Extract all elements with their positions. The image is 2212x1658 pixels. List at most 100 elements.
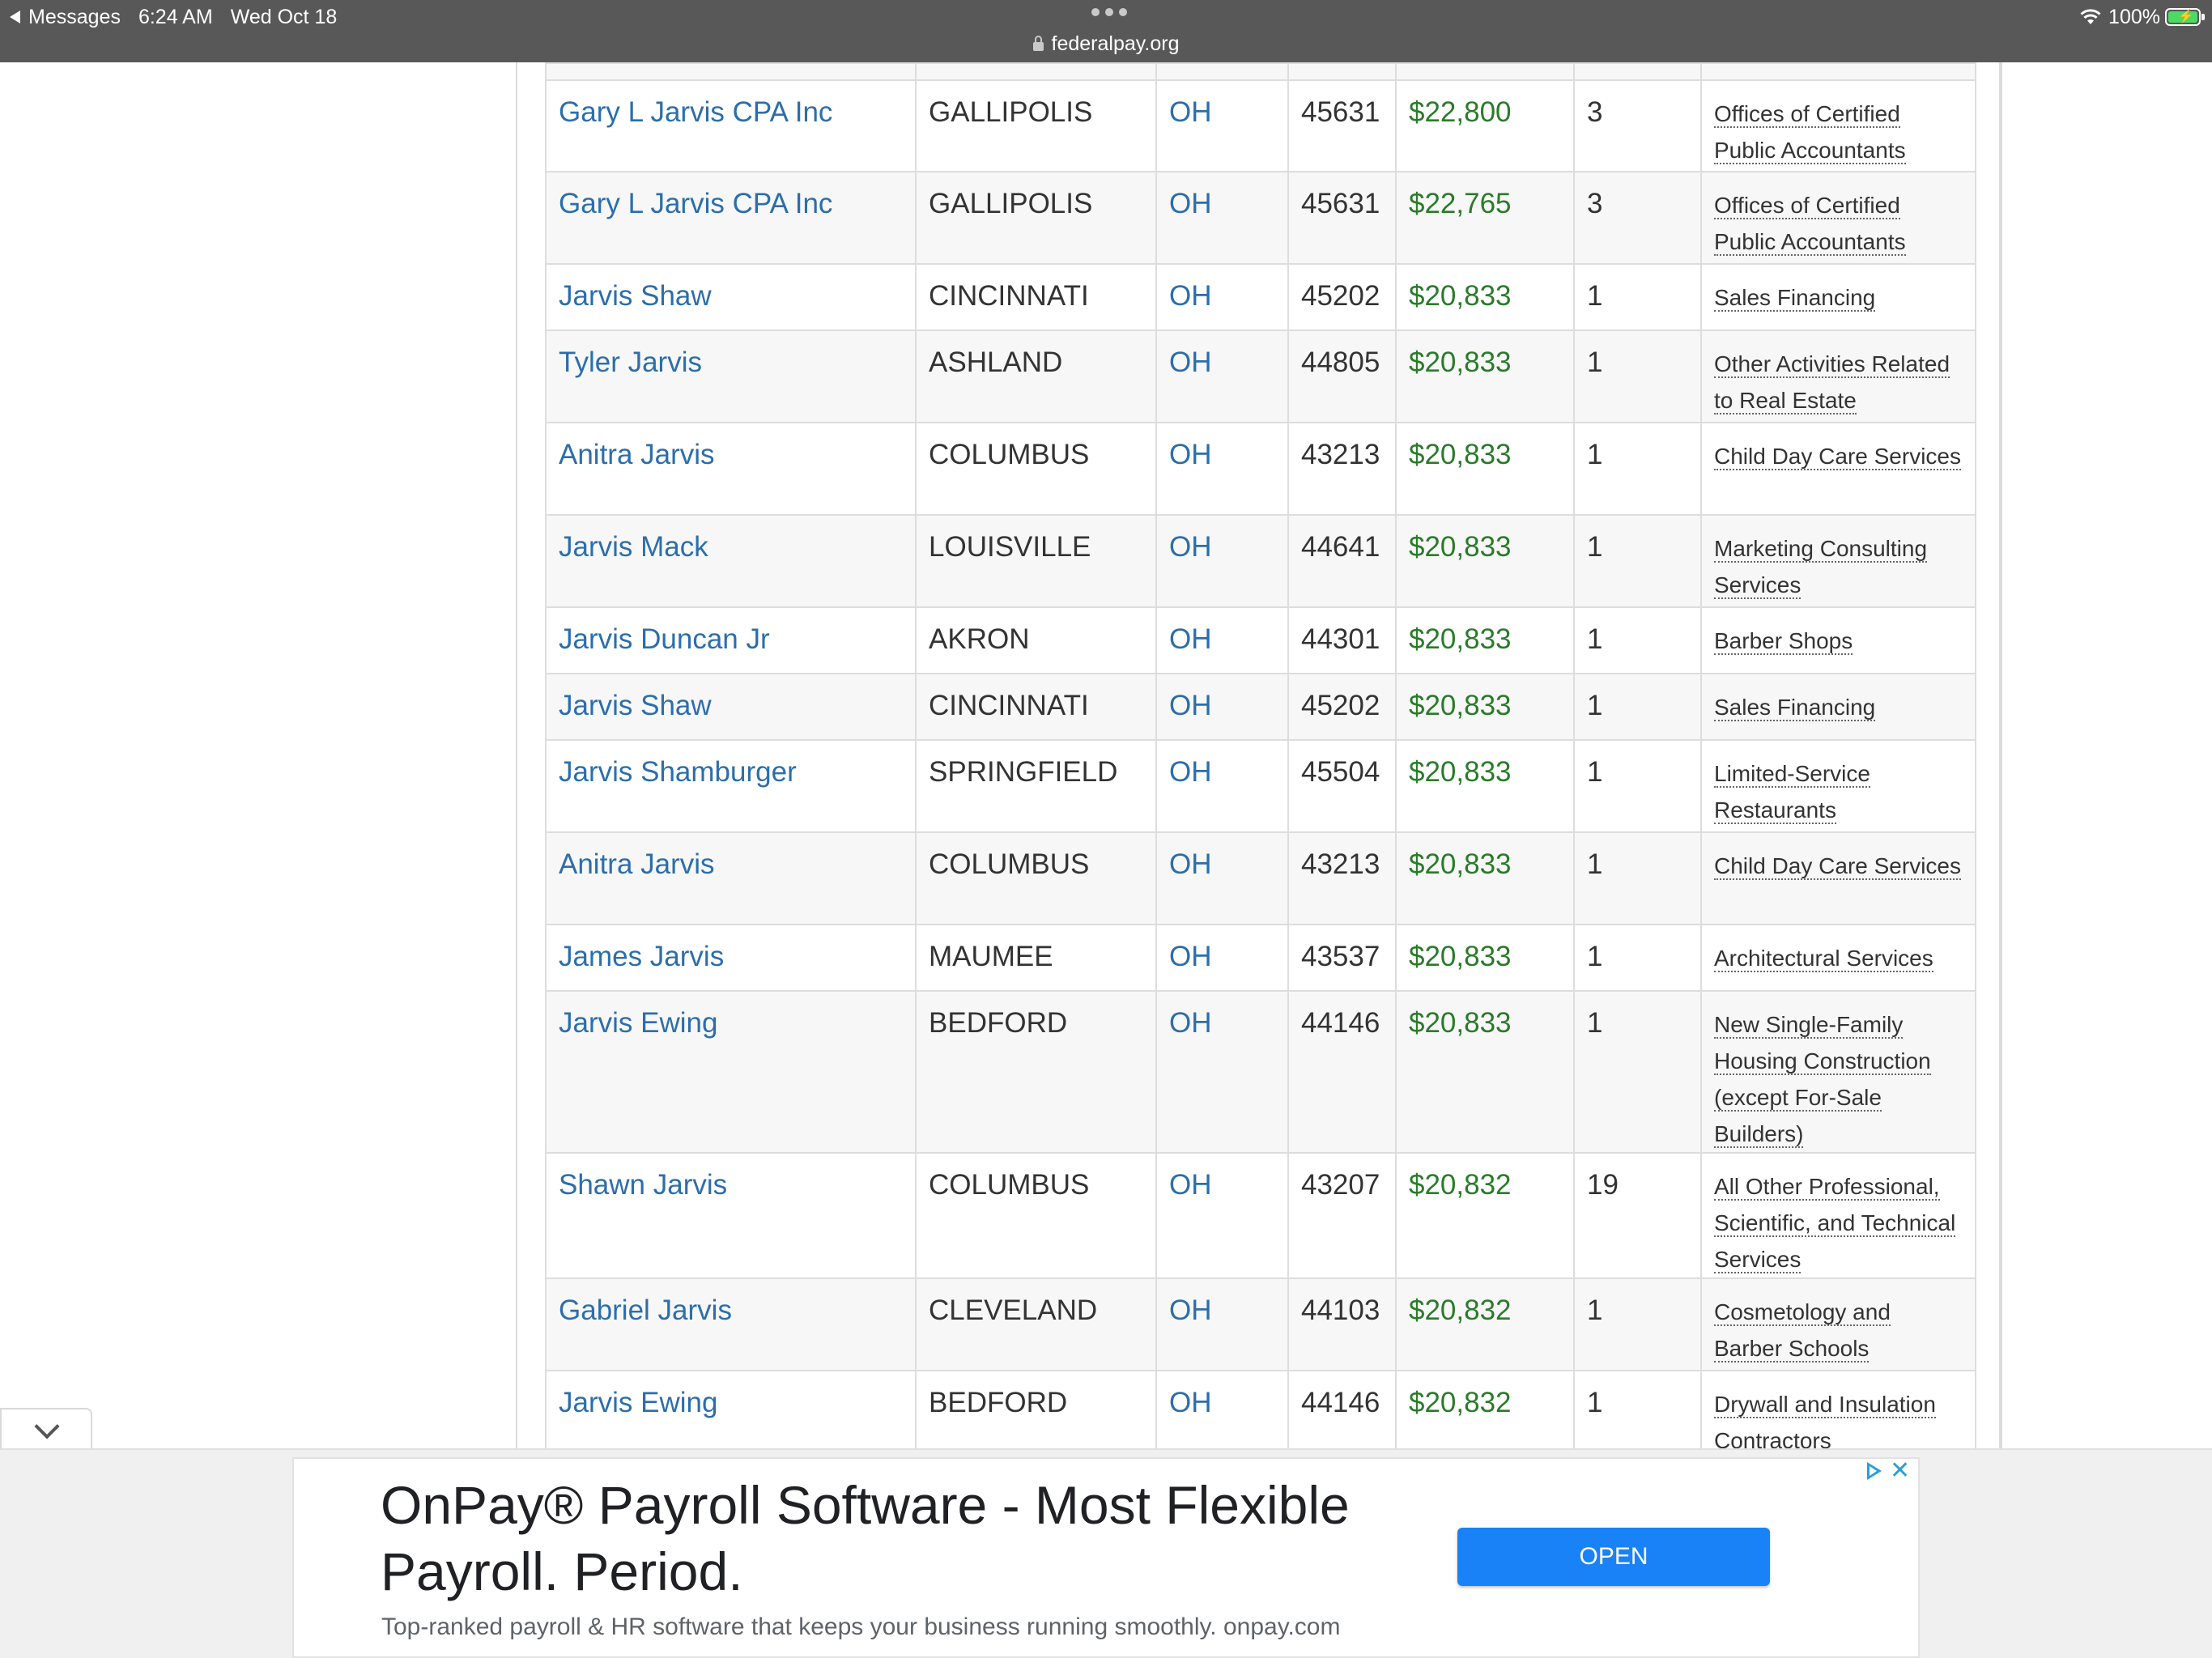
business-name-link[interactable]: Jarvis Ewing	[559, 1387, 717, 1418]
amount-column-cell: $20,833	[1395, 990, 1575, 1154]
state-column-cell: OH	[1155, 1152, 1289, 1279]
jobs-cell: 1	[1587, 690, 1603, 721]
adchoices-icon[interactable]	[1867, 1462, 1882, 1480]
zip-cell: 43213	[1301, 848, 1380, 880]
industry-link[interactable]: Other Activities Related to Real Estate	[1714, 351, 1950, 414]
state-link[interactable]: OH	[1169, 188, 1212, 219]
state-link[interactable]: OH	[1169, 1169, 1212, 1201]
multitasking-dots-icon[interactable]	[1091, 8, 1127, 16]
ad-collapse-tab[interactable]	[0, 1408, 92, 1450]
loan-amount-cell: $20,832	[1409, 1295, 1512, 1326]
jobs-column-cell: 1	[1573, 422, 1702, 516]
state-link[interactable]: OH	[1169, 623, 1212, 655]
business-name-link[interactable]: Jarvis Duncan Jr	[559, 623, 770, 655]
amount-column-cell: $22,800	[1395, 79, 1575, 172]
status-bar: Messages 6:24 AM Wed Oct 18 federalpay.o…	[0, 0, 2212, 62]
industry-link[interactable]: Offices of Certified Public Accountants	[1714, 101, 1906, 164]
state-link[interactable]: OH	[1169, 756, 1212, 788]
address-bar[interactable]: federalpay.org	[0, 29, 2212, 58]
table-row: Tyler Jarvis ASHLAND OH 44805 $20,833 1 Other …	[545, 329, 1976, 423]
business-name-link[interactable]: Jarvis Ewing	[559, 1007, 717, 1039]
business-name-link[interactable]: Jarvis Shaw	[559, 690, 712, 721]
jobs-column-cell: 1	[1573, 514, 1702, 608]
city-column-cell: SPRINGFIELD	[915, 739, 1157, 833]
business-name-link[interactable]: Gary L Jarvis CPA Inc	[559, 188, 832, 219]
industry-link[interactable]: Child Day Care Services	[1714, 444, 1961, 470]
business-name-link[interactable]: Shawn Jarvis	[559, 1169, 727, 1201]
industry-link[interactable]: Barber Shops	[1714, 628, 1853, 655]
state-link[interactable]: OH	[1169, 1007, 1212, 1039]
amount-column-cell: $20,833	[1395, 673, 1575, 741]
industry-link[interactable]: Limited-Service Restaurants	[1714, 761, 1870, 824]
ad-description[interactable]: Top-ranked payroll & HR software that ke…	[381, 1611, 1340, 1643]
chevron-down-icon[interactable]	[34, 1414, 60, 1439]
jobs-column-cell: 1	[1573, 673, 1702, 741]
state-column-cell: OH	[1155, 924, 1289, 992]
industry-link[interactable]: Sales Financing	[1714, 695, 1876, 721]
state-link[interactable]: OH	[1169, 280, 1212, 312]
industry-link[interactable]: Child Day Care Services	[1714, 853, 1961, 880]
industry-link[interactable]: New Single-Family Housing Construction (…	[1714, 1012, 1931, 1148]
industry-link[interactable]: Marketing Consulting Services	[1714, 536, 1928, 599]
city-cell: CLEVELAND	[929, 1295, 1098, 1326]
state-link[interactable]: OH	[1169, 439, 1212, 470]
ad-open-button[interactable]: OPEN	[1457, 1528, 1770, 1586]
ad-choices[interactable]: ✕	[1867, 1459, 1910, 1483]
ad-title[interactable]: OnPay® Payroll Software - Most Flexible …	[381, 1472, 1401, 1605]
industry-link[interactable]: Offices of Certified Public Accountants	[1714, 193, 1906, 256]
state-link[interactable]: OH	[1169, 96, 1212, 128]
state-link[interactable]: OH	[1169, 690, 1212, 721]
jobs-cell: 1	[1587, 346, 1603, 378]
jobs-column-cell: 1	[1573, 606, 1702, 674]
jobs-column-cell: 1	[1573, 329, 1702, 423]
jobs-column-cell: 1	[1573, 739, 1702, 833]
business-name-link[interactable]: Jarvis Shaw	[559, 280, 712, 312]
jobs-cell: 1	[1587, 756, 1603, 788]
name-column-cell: Gary L Jarvis CPA Inc	[545, 171, 917, 265]
state-link[interactable]: OH	[1169, 1387, 1212, 1418]
jobs-cell: 1	[1587, 848, 1603, 880]
loan-amount-cell: $20,832	[1409, 1387, 1512, 1418]
status-date: Wed Oct 18	[230, 6, 338, 28]
state-link[interactable]: OH	[1169, 346, 1212, 378]
back-arrow-icon[interactable]	[10, 11, 20, 23]
status-left: Messages 6:24 AM Wed Oct 18	[10, 3, 337, 31]
city-cell: CINCINNATI	[929, 280, 1089, 312]
zip-column-cell: 44641	[1287, 514, 1397, 608]
city-cell: SPRINGFIELD	[929, 756, 1118, 788]
jobs-column-cell: 3	[1573, 79, 1702, 172]
table-row: Gary L Jarvis CPA Inc GALLIPOLIS OH 45631 $2…	[545, 79, 1976, 172]
state-column-cell: OH	[1155, 171, 1289, 265]
industry-link[interactable]: Cosmetology and Barber Schools	[1714, 1299, 1891, 1363]
industry-link[interactable]: Drywall and Insulation Contractors	[1714, 1392, 1936, 1455]
zip-column-cell: 45202	[1287, 673, 1397, 741]
name-column-cell: Shawn Jarvis	[545, 1152, 917, 1279]
loan-amount-cell: $20,833	[1409, 439, 1512, 470]
state-link[interactable]: OH	[1169, 1295, 1212, 1326]
industry-link[interactable]: Sales Financing	[1714, 285, 1876, 312]
state-column-cell: OH	[1155, 514, 1289, 608]
amount-column-cell: $20,833	[1395, 329, 1575, 423]
city-column-cell: GALLIPOLIS	[915, 79, 1157, 172]
state-link[interactable]: OH	[1169, 941, 1212, 972]
business-name-link[interactable]: Anitra Jarvis	[559, 848, 715, 880]
industry-column-cell: Sales Financing	[1700, 673, 1976, 741]
city-cell: COLUMBUS	[929, 439, 1090, 470]
business-name-link[interactable]: James Jarvis	[559, 941, 724, 972]
name-column-cell: Jarvis Ewing	[545, 990, 917, 1154]
table-row: Jarvis Mack LOUISVILLE OH 44641 $20,833 1 Mark…	[545, 514, 1976, 608]
close-icon[interactable]: ✕	[1890, 1459, 1910, 1483]
business-name-link[interactable]: Tyler Jarvis	[559, 346, 702, 378]
business-name-link[interactable]: Jarvis Shamburger	[559, 756, 797, 788]
jobs-column-cell: 1	[1573, 1278, 1702, 1371]
industry-link[interactable]: All Other Professional, Scientific, and …	[1714, 1174, 1956, 1273]
business-name-link[interactable]: Anitra Jarvis	[559, 439, 715, 470]
business-name-link[interactable]: Gary L Jarvis CPA Inc	[559, 96, 832, 128]
business-name-link[interactable]: Jarvis Mack	[559, 531, 708, 563]
name-column-cell: James Jarvis	[545, 924, 917, 992]
business-name-link[interactable]: Gabriel Jarvis	[559, 1295, 732, 1326]
back-app-link[interactable]: Messages	[28, 3, 121, 31]
industry-link[interactable]: Architectural Services	[1714, 946, 1933, 972]
state-link[interactable]: OH	[1169, 531, 1212, 563]
state-link[interactable]: OH	[1169, 848, 1212, 880]
